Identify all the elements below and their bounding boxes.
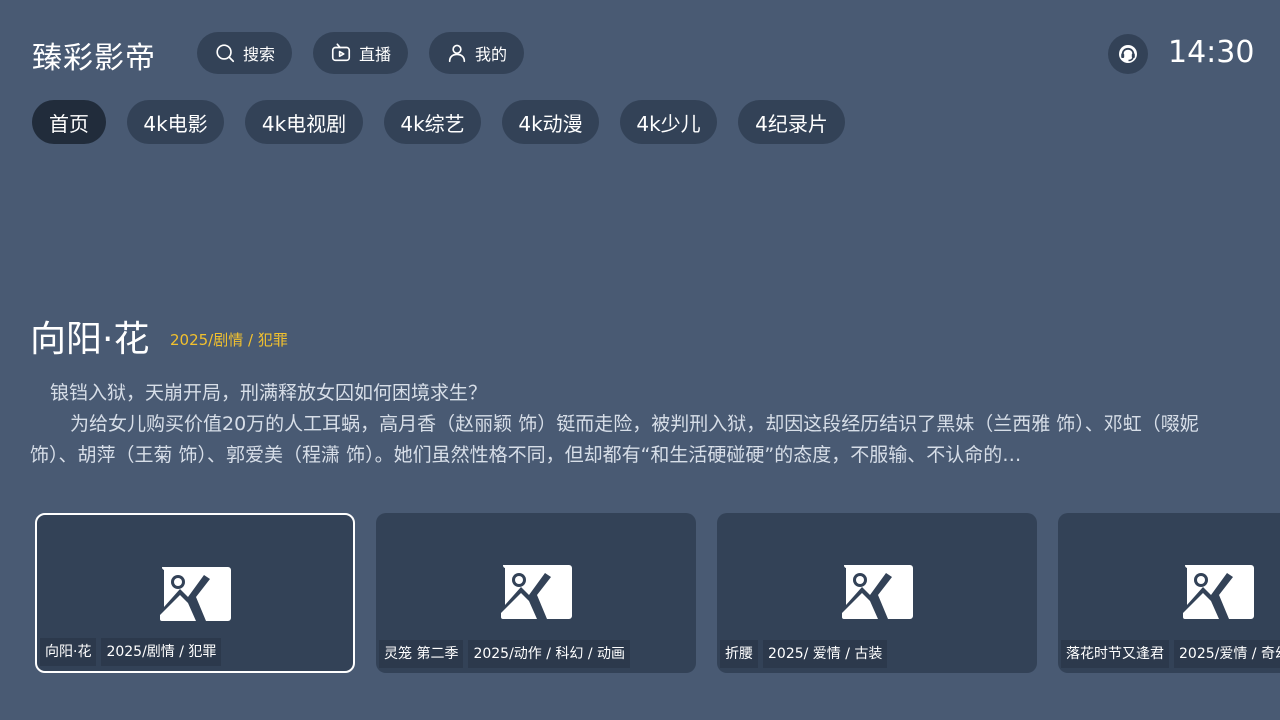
image-placeholder-icon	[1183, 565, 1254, 619]
card-title: 落花时节又逢君	[1061, 640, 1169, 668]
tab-4k-variety[interactable]: 4k综艺	[384, 100, 481, 144]
search-label: 搜索	[242, 45, 275, 64]
headset-icon	[1119, 45, 1137, 63]
live-button[interactable]: 直播	[313, 32, 408, 74]
card-meta: 2025/剧情 / 犯罪	[101, 638, 222, 666]
card-meta: 2025/爱情 / 奇幻	[1174, 640, 1280, 668]
card-title: 灵笼 第二季	[379, 640, 464, 668]
home-screen: 臻彩影帝 搜索 直播 我的 14:30 首页 4k电影 4k电视剧 4k综艺 4…	[0, 0, 1280, 720]
hero-meta: 2025/剧情 / 犯罪	[170, 331, 288, 349]
image-placeholder-icon	[501, 565, 572, 619]
tab-4k-movies[interactable]: 4k电影	[127, 100, 224, 144]
search-icon	[216, 44, 235, 63]
content-card[interactable]: 折腰 2025/ 爱情 / 古装	[717, 513, 1037, 673]
tab-4k-anime[interactable]: 4k动漫	[502, 100, 599, 144]
card-title: 折腰	[720, 640, 758, 668]
card-title: 向阳·花	[40, 638, 97, 666]
app-title: 臻彩影帝	[32, 41, 156, 76]
user-icon	[448, 44, 466, 63]
hero-description: 锒铛入狱，天崩开局，刑满释放女囚如何困境求生？ 为给女儿购买价值20万的人工耳蜗…	[30, 378, 1245, 471]
hero-synopsis: 为给女儿购买价值20万的人工耳蜗，高月香（赵丽颖 饰）铤而走险，被判刑入狱，却因…	[30, 413, 1199, 466]
hero-title: 向阳·花	[30, 319, 150, 360]
tab-documentary[interactable]: 4纪录片	[738, 100, 845, 144]
content-card[interactable]: 向阳·花 2025/剧情 / 犯罪	[35, 513, 355, 673]
tab-home[interactable]: 首页	[32, 100, 106, 144]
content-card[interactable]: 灵笼 第二季 2025/动作 / 科幻 / 动画	[376, 513, 696, 673]
search-button[interactable]: 搜索	[197, 32, 292, 74]
tab-4k-kids[interactable]: 4k少儿	[620, 100, 717, 144]
clock: 14:30	[1168, 35, 1255, 70]
tv-play-icon	[331, 43, 351, 62]
hero-tagline: 锒铛入狱，天崩开局，刑满释放女囚如何困境求生？	[50, 382, 488, 404]
mine-label: 我的	[474, 45, 507, 64]
card-meta: 2025/动作 / 科幻 / 动画	[468, 640, 631, 668]
image-placeholder-icon	[160, 567, 231, 621]
content-card[interactable]: 落花时节又逢君 2025/爱情 / 奇幻	[1058, 513, 1280, 673]
image-placeholder-icon	[842, 565, 913, 619]
live-label: 直播	[358, 45, 391, 64]
card-meta: 2025/ 爱情 / 古装	[763, 640, 888, 668]
mine-button[interactable]: 我的	[429, 32, 524, 74]
support-button[interactable]	[1108, 34, 1148, 74]
tab-4k-tv-series[interactable]: 4k电视剧	[245, 100, 363, 144]
